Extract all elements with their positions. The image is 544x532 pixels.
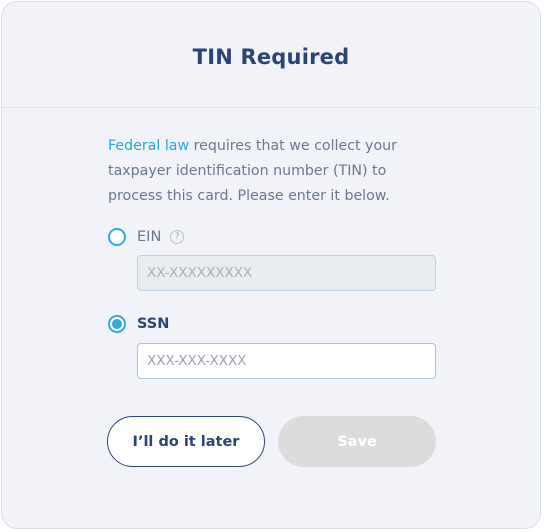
- do-it-later-button[interactable]: I’ll do it later: [107, 416, 265, 467]
- ssn-radio-option[interactable]: SSN: [108, 315, 169, 333]
- ein-input: [137, 255, 436, 291]
- dialog-header: TIN Required: [2, 2, 540, 108]
- ein-radio-button[interactable]: [108, 228, 126, 246]
- save-button[interactable]: Save: [278, 416, 436, 467]
- ein-radio-option[interactable]: EIN ?: [108, 228, 185, 246]
- help-circle-icon[interactable]: ?: [170, 230, 185, 244]
- federal-law-link[interactable]: Federal law: [108, 138, 189, 154]
- dialog-description: Federal law requires that we collect you…: [108, 134, 438, 209]
- ssn-radio-button[interactable]: [108, 315, 126, 333]
- ssn-label: SSN: [137, 316, 170, 332]
- radio-selected-dot: [112, 319, 122, 329]
- dialog-title: TIN Required: [192, 44, 350, 69]
- ein-label: EIN: [137, 229, 162, 245]
- ssn-input[interactable]: [137, 343, 436, 379]
- tin-required-dialog: TIN Required Federal law requires that w…: [1, 1, 541, 529]
